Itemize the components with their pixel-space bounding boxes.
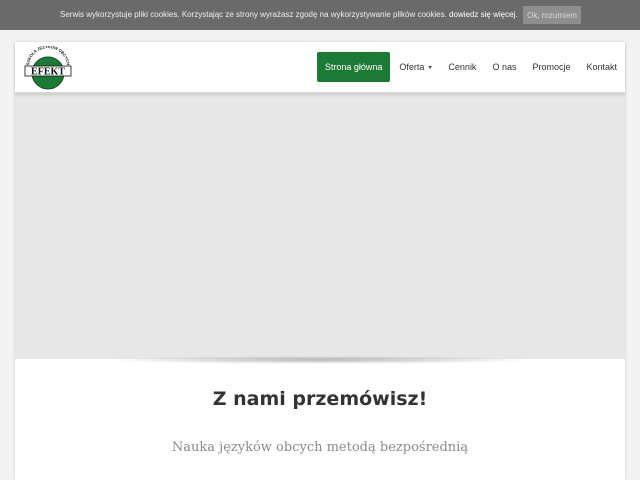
cookie-text: Serwis wykorzystuje pliki cookies. Korzy… [60,10,447,19]
nav-item-home[interactable]: Strona główna [316,52,391,82]
site-container: SZKOŁA JĘZYKÓW OBCYCH EFEKT Strona główn… [15,42,625,480]
page-headline: Z nami przemówisz! [212,388,428,410]
nav-item-label: Oferta [399,62,425,72]
logo-name: EFEKT [31,67,65,78]
nav-item-label: Kontakt [586,62,617,72]
main-nav: Strona główna Oferta Cennik O nas Promoc… [316,52,625,82]
nav-item-promocje[interactable]: Promocje [524,52,578,82]
nav-item-oferta[interactable]: Oferta [391,52,440,82]
logo[interactable]: SZKOŁA JĘZYKÓW OBCYCH EFEKT [22,44,74,90]
hero-banner [15,93,625,359]
hero-shadow [105,356,535,364]
nav-item-label: Cennik [448,62,477,72]
cookie-bar: Serwis wykorzystuje pliki cookies. Korzy… [0,0,640,30]
page-subheadline: Nauka języków obcych metodą bezpośrednią [171,440,469,455]
nav-item-label: Strona główna [324,62,383,72]
site-header: SZKOŁA JĘZYKÓW OBCYCH EFEKT Strona główn… [15,42,625,93]
cookie-accept-button[interactable]: Ok, rozumiem [523,6,581,24]
caret-down-icon [428,65,433,69]
nav-item-label: O nas [492,62,517,72]
nav-item-o-nas[interactable]: O nas [484,52,524,82]
nav-item-kontakt[interactable]: Kontakt [578,52,625,82]
cookie-more-link[interactable]: dowiedz się więcej [449,10,515,19]
nav-item-cennik[interactable]: Cennik [440,52,484,82]
nav-item-label: Promocje [532,62,571,72]
cookie-message: Serwis wykorzystuje pliki cookies. Korzy… [60,10,518,19]
logo-icon: SZKOŁA JĘZYKÓW OBCYCH EFEKT [24,44,72,90]
cookie-suffix: . [515,10,518,19]
